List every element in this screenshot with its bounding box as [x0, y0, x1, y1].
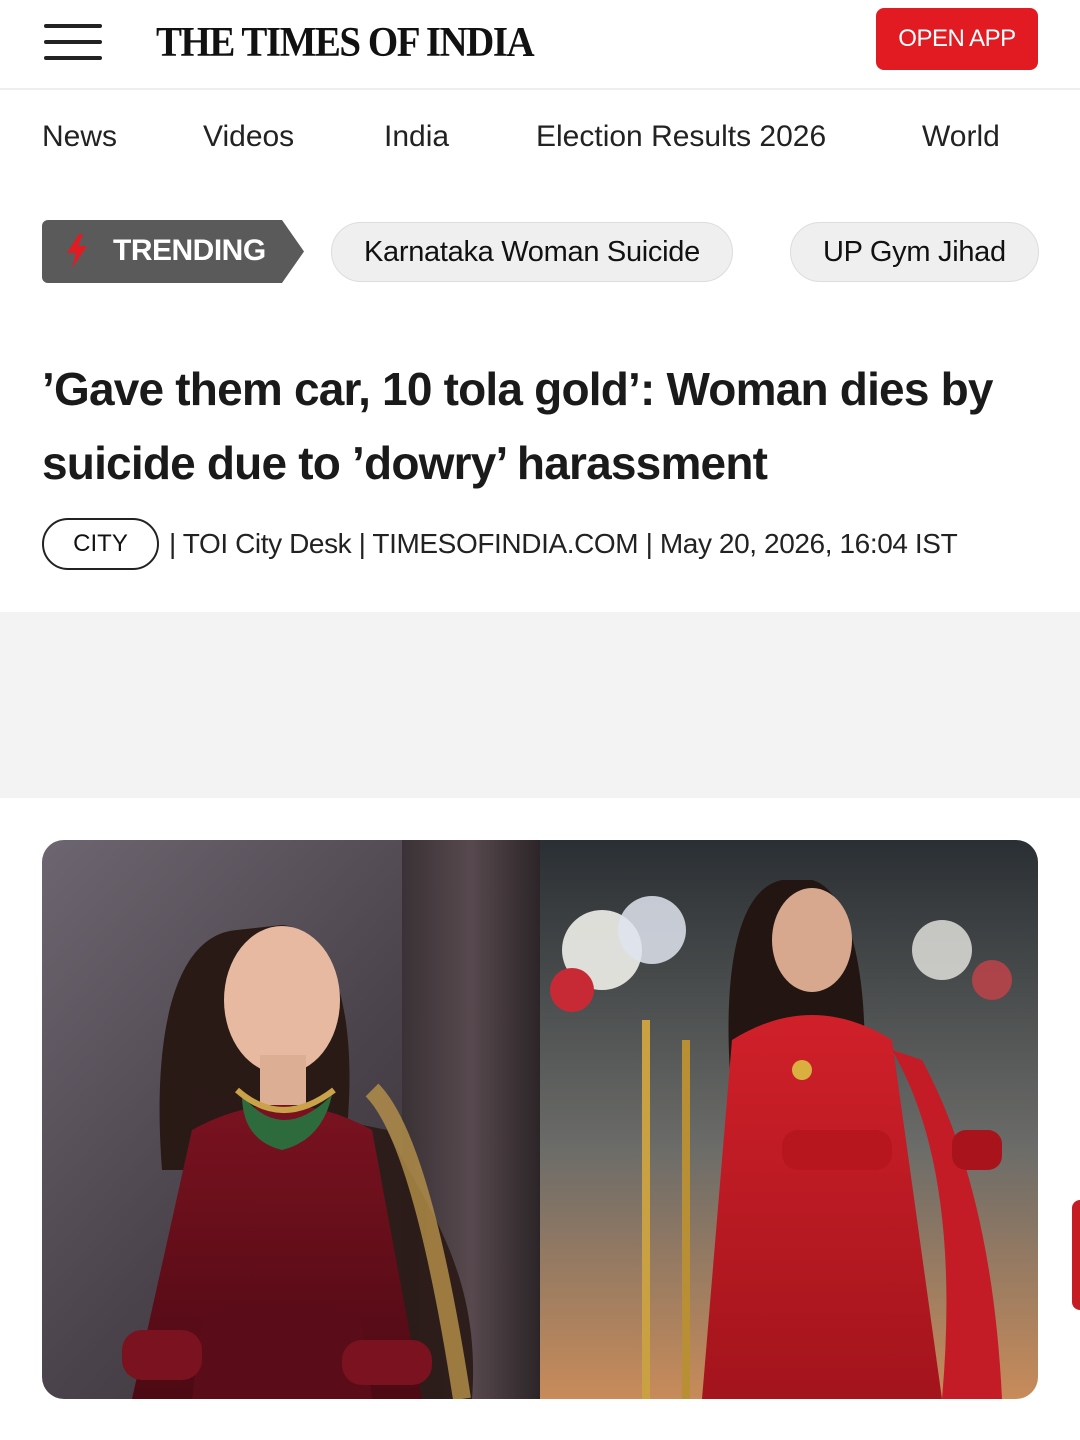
trending-label: TRENDING: [113, 234, 266, 267]
menu-line: [44, 40, 102, 44]
byline-text: | TOI City Desk | TIMESOFINDIA.COM | May…: [169, 528, 958, 559]
article-hero-image[interactable]: [42, 840, 1038, 1399]
article-byline: CITY | TOI City Desk | TIMESOFINDIA.COM …: [42, 518, 958, 570]
article-headline: ’Gave them car, 10 tola gold’: Woman die…: [42, 363, 993, 489]
nav-item-election-results[interactable]: Election Results 2026: [536, 120, 826, 154]
nav-item-world[interactable]: World: [922, 120, 1000, 154]
site-logo[interactable]: THE TIMES OF INDIA: [156, 18, 535, 67]
menu-line: [44, 56, 102, 60]
floating-side-tab[interactable]: [1072, 1200, 1080, 1310]
hero-photo-collage: [42, 840, 1038, 1399]
category-badge[interactable]: CITY: [42, 518, 159, 570]
nav-item-india[interactable]: India: [384, 120, 449, 154]
menu-line: [44, 24, 102, 28]
top-header: THE TIMES OF INDIA OPEN APP: [0, 0, 1080, 90]
trending-topic-chip[interactable]: UP Gym Jihad: [790, 222, 1039, 282]
ad-placeholder: [0, 612, 1080, 798]
trending-topic-chip[interactable]: Karnataka Woman Suicide: [331, 222, 733, 282]
section-nav: News Videos India Election Results 2026 …: [0, 112, 1080, 168]
nav-item-news[interactable]: News: [42, 120, 117, 154]
trending-tag: TRENDING: [42, 220, 304, 283]
lightning-bolt-icon: [67, 234, 87, 268]
trending-bar: TRENDING Karnataka Woman Suicide UP Gym …: [0, 220, 1080, 284]
nav-item-videos[interactable]: Videos: [203, 120, 294, 154]
open-app-button[interactable]: OPEN APP: [876, 8, 1038, 70]
hamburger-menu-icon[interactable]: [44, 22, 102, 62]
